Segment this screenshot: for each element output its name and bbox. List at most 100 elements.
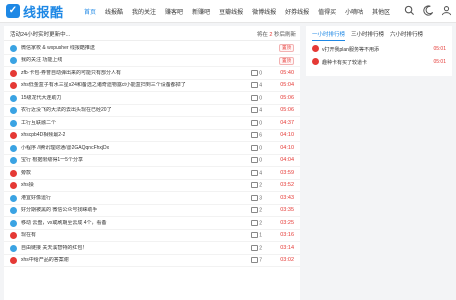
source-icon: [10, 244, 17, 252]
list-item[interactable]: xhs中给产品的答案谢 7 03:02: [4, 255, 300, 267]
comment-count: 4: [251, 169, 262, 176]
list-item-title[interactable]: 现在有: [21, 232, 36, 238]
source-icon: [10, 232, 17, 239]
list-item[interactable]: 现在有 1 03:16: [4, 230, 300, 242]
post-time: 03:02: [280, 257, 294, 263]
list-item-title[interactable]: 我的关注 功能上线: [21, 57, 62, 63]
nav-item-xiaodigu[interactable]: 小嘀咕: [345, 7, 363, 16]
source-icon: [10, 132, 17, 139]
comment-count-value: 0: [259, 119, 262, 126]
list-item-title[interactable]: xhs操: [21, 182, 34, 188]
list-item[interactable]: xhs低金盒子有水三星s24和备选之诸奇遗物露ct小能盒扫到三个设备都掉了 4 05…: [4, 80, 300, 92]
post-time: 03:16: [280, 232, 294, 238]
site-logo[interactable]: ✓ 线报酷: [6, 3, 64, 20]
nav-item-coupon[interactable]: 好券线报: [285, 7, 309, 16]
source-icon: [10, 69, 17, 77]
user-icon[interactable]: [441, 5, 452, 16]
list-item-title[interactable]: 微信家校 & wxpusher 线报酷推送: [21, 45, 95, 51]
nav-item-home[interactable]: 首页: [84, 7, 96, 16]
ranking-item-title[interactable]: 趣种卡有买了较道卡: [322, 59, 367, 66]
list-item[interactable]: zfb·卡包-券誉自动弹出来的可能只有部分人有 0 05:40: [4, 67, 300, 80]
nav-item-xianbaoku[interactable]: 线报酷: [105, 7, 123, 16]
comment-count: 0: [251, 119, 262, 126]
list-item[interactable]: 15级龙代大连助力 0 05:06: [4, 92, 300, 105]
dark-mode-icon[interactable]: [423, 5, 434, 16]
list-item[interactable]: 好分期被黑的 微信公众号找睐助手 2 03:35: [4, 205, 300, 217]
list-item[interactable]: 港宜好像运行 3 03:43: [4, 192, 300, 205]
refresh-countdown: 将在 2 秒后刷新: [257, 30, 296, 38]
nav-item-other[interactable]: 其他区: [372, 7, 390, 16]
list-item-title[interactable]: xhs中给产品的答案谢: [21, 257, 69, 263]
list-item[interactable]: 移动 云盘，vx或刷期至云成 4个，看备 2 03:25: [4, 217, 300, 230]
source-icon: [10, 119, 17, 127]
list-item-title[interactable]: 小程序 //腾讯理财通/@2GAQqncFhxjDx: [21, 145, 109, 151]
comment-count-value: 2: [259, 207, 262, 214]
list-item-title[interactable]: 自由链接 关天溪智特的红包！: [21, 245, 87, 251]
list-item-title[interactable]: 移动 云盘，vx或刷期至云成 4个，看备: [21, 220, 107, 226]
search-icon[interactable]: [404, 5, 415, 16]
list-item[interactable]: 旁款 4 03:59: [4, 167, 300, 180]
list-item[interactable]: 自由链接 关天溪智特的红包！ 2 03:14: [4, 242, 300, 255]
main-panel: 活动24小时实时更新中... 将在 2 秒后刷新 微信家校 & wxpusher…: [4, 26, 300, 300]
comment-count: 7: [251, 257, 262, 263]
comment-count: 0: [251, 69, 262, 76]
post-time: 03:52: [280, 182, 294, 188]
tab-6h-ranking[interactable]: 六小时排行榜: [390, 30, 423, 41]
ranking-item-time: 05:01: [433, 58, 446, 65]
list-item[interactable]: 我的关注 功能上线 置顶: [4, 55, 300, 67]
ranking-tabs: 一小时排行榜 三小时排行榜 六小时排行榜: [312, 30, 429, 41]
comment-icon: [251, 257, 259, 263]
source-icon: [10, 144, 17, 152]
comment-count-value: 3: [259, 194, 262, 201]
post-time: 03:35: [280, 207, 294, 213]
list-item[interactable]: xhscpb4D相频最2-2 6 04:10: [4, 130, 300, 142]
ranking-item[interactable]: v打开我plan服务等不用添 05:01: [306, 42, 452, 54]
list-item[interactable]: xhs操 2 03:52: [4, 180, 300, 192]
list-item-title[interactable]: 农行近没飞的大法的去出头现在已经20了: [21, 107, 112, 113]
list-item-title[interactable]: xhscpb4D相频最2-2: [21, 132, 65, 138]
nav-item-my-follow[interactable]: 我的关注: [132, 7, 156, 16]
ranking-panel: 一小时排行榜 三小时排行榜 六小时排行榜 v打开我plan服务等不用添 05:01…: [306, 26, 452, 76]
refresh-suffix: 秒后刷新: [272, 32, 296, 38]
nav-item-zuanke[interactable]: 赚客吧: [165, 7, 183, 16]
source-icon: [10, 82, 17, 89]
list-item[interactable]: 农行近没飞的大法的去出头现在已经20了 4 05:06: [4, 105, 300, 117]
list-item-title[interactable]: zfb·卡包-券誉自动弹出来的可能只有部分人有: [21, 70, 121, 76]
list-item-title[interactable]: 宝行 根据限级得1一5个分享: [21, 157, 83, 163]
list-item[interactable]: 工行互联融二个 0 04:37: [4, 117, 300, 130]
source-icon: [10, 57, 17, 64]
comment-count-value: 2: [259, 182, 262, 189]
list-item-title[interactable]: 港宜好像运行: [21, 195, 51, 201]
source-icon: [10, 107, 17, 114]
comment-count-value: 4: [259, 107, 262, 114]
nav-item-weibo[interactable]: 微博线报: [252, 7, 276, 16]
nav-item-douban[interactable]: 豆瓣线报: [219, 7, 243, 16]
tab-1h-ranking[interactable]: 一小时排行榜: [312, 30, 346, 41]
tab-3h-ranking[interactable]: 三小时排行榜: [351, 30, 384, 41]
comment-icon: [251, 132, 259, 138]
comment-icon: [251, 194, 259, 201]
post-time: 03:43: [280, 194, 294, 201]
list-item[interactable]: 微信家校 & wxpusher 线报酷推送 置顶: [4, 42, 300, 55]
nav-item-smzdm[interactable]: 值得买: [318, 7, 336, 16]
nav-item-xinzuan[interactable]: 新赚吧: [192, 7, 210, 16]
list-item[interactable]: 宝行 根据限级得1一5个分享 0 04:04: [4, 155, 300, 167]
list-item-title[interactable]: xhs低金盒子有水三星s24和备选之诸奇遗物露ct小能盒扫到三个设备都掉了: [21, 82, 186, 88]
list-item-title[interactable]: 旁款: [21, 170, 31, 176]
source-icon: [10, 219, 17, 227]
list-item-title[interactable]: 15级龙代大连助力: [21, 95, 62, 101]
post-time: 03:25: [280, 219, 294, 226]
ranking-item-title[interactable]: v打开我plan服务等不用添: [322, 46, 379, 53]
comment-count: 2: [251, 244, 262, 251]
post-time: 03:59: [280, 169, 294, 176]
list-item[interactable]: 小程序 //腾讯理财通/@2GAQqncFhxjDx 0 04:10: [4, 142, 300, 155]
comment-count: 6: [251, 132, 262, 138]
list-item-title[interactable]: 好分期被黑的 微信公众号找睐助手: [21, 207, 97, 213]
comment-count: 1: [251, 232, 262, 238]
ranking-item[interactable]: 趣种卡有买了较道卡 05:01: [306, 55, 452, 67]
post-time: 04:10: [280, 144, 294, 151]
page-title: 活动24小时实时更新中...: [10, 32, 71, 38]
list-item-title[interactable]: 工行互联融二个: [21, 120, 56, 126]
source-icon: [10, 182, 17, 189]
ranking-item-time: 05:01: [433, 45, 446, 52]
